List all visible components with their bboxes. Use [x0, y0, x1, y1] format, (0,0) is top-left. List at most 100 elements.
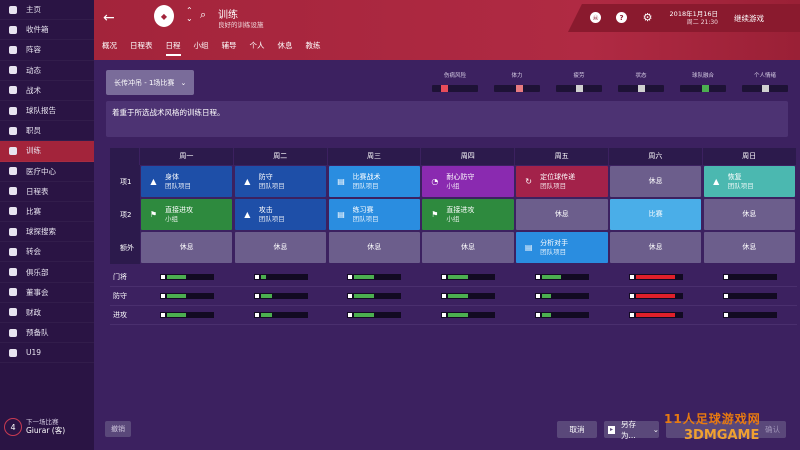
gear-icon[interactable]: ⚙ — [642, 11, 653, 24]
tab-item[interactable]: 日程 — [165, 40, 181, 56]
sidebar-item[interactable]: 动态 — [0, 61, 94, 81]
sidebar-item-label: U19 — [26, 348, 42, 358]
load-bar — [159, 274, 214, 280]
meter-bar — [556, 85, 602, 92]
clipboard-icon: ▤ — [524, 243, 533, 252]
sidebar-item-label: 主页 — [26, 5, 41, 15]
continue-button[interactable]: 继续游戏 — [734, 13, 764, 24]
tab-item[interactable]: 小组 — [194, 40, 209, 56]
sidebar-item[interactable]: 财政 — [0, 303, 94, 323]
tab-item[interactable]: 教练 — [306, 40, 321, 56]
sidebar-item[interactable]: U19 — [0, 343, 94, 364]
meter-label: 球队融合 — [691, 73, 714, 79]
scouting-icon — [8, 227, 18, 237]
sidebar-item[interactable]: 董事会 — [0, 283, 94, 303]
sidebar-item[interactable]: 职员 — [0, 121, 94, 142]
help-icon[interactable]: ? — [616, 12, 627, 23]
sidebar-item-label: 董事会 — [26, 287, 49, 297]
sidebar-item[interactable]: 预备队 — [0, 323, 94, 344]
session-cell[interactable]: ⚑ 直接进攻 小组 — [422, 199, 514, 230]
next-match-widget[interactable]: 4 下一场比赛 Giurar (客) — [0, 404, 94, 450]
sidebar-item[interactable]: 战术 — [0, 81, 94, 101]
session-cell[interactable]: 休息 — [609, 166, 702, 197]
session-title: 休息 — [179, 242, 194, 251]
session-cell[interactable]: ▲ 防守 团队项目 — [234, 166, 327, 197]
session-cell[interactable]: ◔ 耐心防守 小组 — [422, 166, 514, 197]
session-cell[interactable]: 休息 — [703, 199, 796, 230]
session-cell[interactable]: 比赛 — [609, 199, 702, 230]
tactics-icon — [8, 85, 18, 95]
sidebar-item-label: 球队报告 — [26, 106, 56, 116]
main-panel: 长传冲吊 - 1场比赛 ⌄ 伤病风险 体力 疲劳 状态 球队融合 个人情绪 着重于所选战术… — [94, 60, 800, 450]
sidebar-item[interactable]: 收件箱 — [0, 20, 94, 41]
meter-indicator — [701, 85, 709, 92]
tab-item[interactable]: 个人 — [250, 40, 265, 56]
session-cell[interactable]: ▲ 攻击 团队项目 — [234, 199, 327, 230]
sidebar-item[interactable]: 转会 — [0, 242, 94, 263]
load-cell — [140, 274, 234, 280]
session-cell[interactable]: ▤ 练习赛 团队项目 — [328, 199, 420, 230]
load-marker-icon — [722, 293, 729, 299]
search-icon[interactable]: ⌕ — [200, 8, 206, 22]
cancel-button[interactable]: 取消 — [557, 421, 597, 438]
dynamics-icon — [8, 65, 18, 75]
load-fill — [635, 275, 675, 279]
load-cell — [234, 312, 328, 318]
load-marker-icon — [628, 293, 635, 299]
back-arrow-icon[interactable]: ← — [103, 10, 115, 26]
session-cell[interactable]: 休息 — [328, 232, 420, 263]
session-title: 防守 — [258, 172, 273, 181]
load-bar — [722, 274, 777, 280]
load-marker-icon — [159, 293, 166, 299]
session-type: 小组 — [165, 214, 178, 223]
meter-label: 疲劳 — [573, 73, 585, 79]
report-icon — [8, 106, 18, 116]
session-title: 休息 — [367, 242, 382, 251]
session-cell[interactable]: ▤ 分析对手 团队项目 — [516, 232, 608, 263]
club-badge-icon[interactable]: ◆ — [154, 5, 174, 27]
load-cell — [234, 274, 328, 280]
schedule-description: 着重于所选战术风格的训练日程。 — [106, 101, 788, 137]
plan-select-value: 长传冲吊 - 1场比赛 — [114, 78, 175, 87]
undo-button[interactable]: 撤销 — [105, 421, 131, 437]
tab-item[interactable]: 概况 — [102, 40, 117, 56]
game-time: 周二 21:30 — [686, 19, 718, 26]
session-cell[interactable]: 休息 — [422, 232, 514, 263]
session-cell[interactable]: 休息 — [703, 232, 796, 263]
sidebar-item[interactable]: 球队报告 — [0, 101, 94, 122]
meter-indicator — [515, 85, 523, 92]
load-fill — [354, 294, 374, 298]
sort-arrows-icon[interactable]: ⌃ ⌄ — [186, 7, 193, 23]
sidebar-item[interactable]: 医疗中心 — [0, 162, 94, 182]
load-fill — [448, 275, 468, 279]
sidebar-item[interactable]: 训练 — [0, 141, 94, 162]
watermark-text: 11人足球游戏网 — [664, 412, 761, 426]
meter-bar — [680, 85, 726, 92]
session-cell[interactable]: ▲ 恢复 团队项目 — [703, 166, 796, 197]
session-cell[interactable]: ⚑ 直接进攻 小组 — [141, 199, 233, 230]
sidebar-item[interactable]: 球探搜索 — [0, 222, 94, 243]
session-cell[interactable]: 休息 — [609, 232, 702, 263]
inbox-icon — [8, 25, 18, 35]
tab-item[interactable]: 日程表 — [130, 40, 153, 56]
session-type: 团队项目 — [540, 247, 567, 256]
sidebar-item[interactable]: 比赛 — [0, 202, 94, 223]
session-cell[interactable]: ▲ 身体 团队项目 — [141, 166, 233, 197]
session-cell[interactable]: 休息 — [141, 232, 233, 263]
plan-select[interactable]: 长传冲吊 - 1场比赛 ⌄ — [106, 70, 194, 95]
skull-icon[interactable]: ☠ — [590, 12, 601, 23]
session-cell[interactable]: ↻ 定位球传递 团队项目 — [516, 166, 608, 197]
sidebar-item[interactable]: 日程表 — [0, 182, 94, 202]
meter: 状态 — [618, 71, 664, 92]
sidebar-item[interactable]: 俱乐部 — [0, 262, 94, 283]
cone-icon: ▲ — [150, 177, 157, 186]
sidebar-item[interactable]: 主页 — [0, 0, 94, 21]
tab-item[interactable]: 辅导 — [222, 40, 237, 56]
save-as-button[interactable]: ▸ 另存为... ⌄ — [604, 420, 659, 440]
session-cell[interactable]: 休息 — [516, 199, 608, 230]
tab-item[interactable]: 休息 — [278, 40, 293, 56]
session-cell[interactable]: 休息 — [234, 232, 327, 263]
cone-icon: ▲ — [244, 210, 251, 219]
sidebar-item[interactable]: 阵容 — [0, 40, 94, 61]
session-cell[interactable]: ▤ 比赛战术 团队项目 — [328, 166, 420, 197]
